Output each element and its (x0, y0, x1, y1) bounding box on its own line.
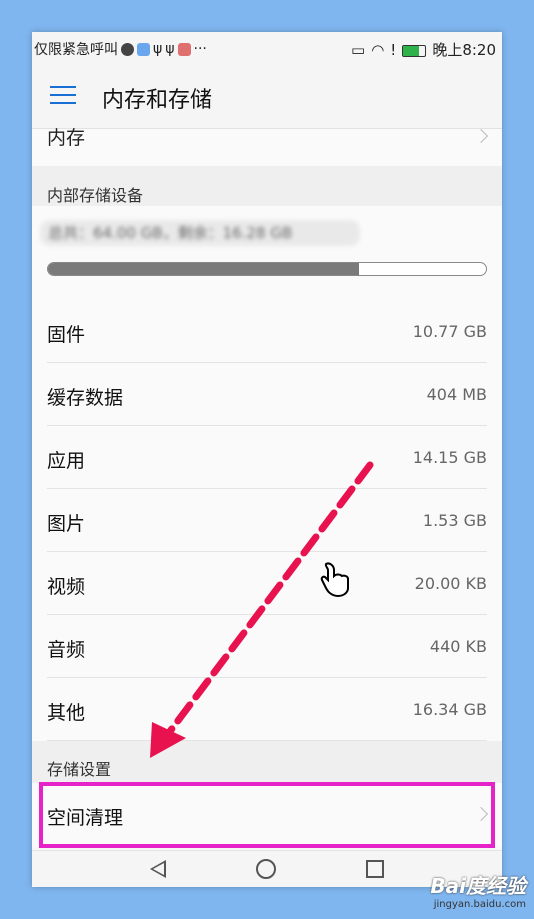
recents-icon[interactable] (366, 860, 384, 878)
app-badge-icon (177, 42, 191, 56)
back-icon[interactable] (150, 860, 166, 878)
usb-icon: ψ (153, 41, 163, 57)
memory-row[interactable]: 内存 (32, 127, 502, 166)
list-item-firmware[interactable]: 固件 10.77 GB (32, 300, 502, 363)
list-item-other[interactable]: 其他 16.34 GB (32, 678, 502, 741)
storage-usage-bar (47, 262, 487, 276)
chevron-right-icon (473, 128, 489, 144)
storage-settings-header: 存储设置 (32, 741, 502, 783)
item-size: 404 MB (426, 385, 487, 404)
watermark: Bai度经验 jingyan.baidu.com (430, 870, 526, 910)
item-size: 440 KB (429, 637, 487, 656)
status-bar: 仅限紧急呼叫 ψ ψ ··· ▭ ◠ ! 晚上8:20 (32, 32, 502, 64)
item-size: 1.53 GB (422, 511, 487, 530)
clock-text: 晚上8:20 (432, 41, 496, 59)
storage-summary-text: 总共：64.00 GB，剩余：16.28 GB (40, 220, 360, 246)
home-icon[interactable] (256, 859, 276, 879)
item-label: 应用 (47, 450, 86, 472)
storage-settings-title: 存储设置 (47, 760, 112, 779)
sound-icon (121, 42, 134, 56)
battery-icon (402, 44, 427, 57)
app-notification-icon (137, 42, 150, 56)
menu-icon[interactable] (50, 86, 76, 106)
wifi-icon: ◠ (371, 40, 385, 59)
alert-icon: ! (390, 40, 397, 59)
item-size: 16.34 GB (412, 700, 487, 719)
item-label: 固件 (47, 324, 86, 346)
page-title: 内存和存储 (102, 88, 213, 113)
phone-screen: 仅限紧急呼叫 ψ ψ ··· ▭ ◠ ! 晚上8:20 内存和存储 内存 内部存… (32, 32, 502, 887)
watermark-url: jingyan.baidu.com (433, 899, 526, 910)
status-left: 仅限紧急呼叫 ψ ψ ··· (34, 39, 207, 59)
item-label: 缓存数据 (47, 387, 124, 409)
highlight-box (39, 782, 495, 848)
storage-summary-card: 总共：64.00 GB，剩余：16.28 GB (32, 206, 502, 300)
list-item-audio[interactable]: 音频 440 KB (32, 615, 502, 678)
watermark-brand: Bai度经验 (430, 874, 526, 898)
list-item-pictures[interactable]: 图片 1.53 GB (32, 489, 502, 552)
settings-content: 内存 内部存储设备 总共：64.00 GB，剩余：16.28 GB 固件 10.… (32, 127, 502, 850)
internal-storage-header: 内部存储设备 (32, 166, 502, 206)
list-item-apps[interactable]: 应用 14.15 GB (32, 426, 502, 489)
item-label: 图片 (47, 513, 86, 535)
usb-debug-icon: ψ (165, 41, 175, 57)
app-bar: 内存和存储 (32, 64, 502, 128)
item-label: 其他 (47, 702, 86, 724)
item-label: 视频 (47, 576, 86, 598)
carrier-text: 仅限紧急呼叫 (34, 42, 118, 58)
item-size: 20.00 KB (414, 574, 487, 593)
status-right: ▭ ◠ ! 晚上8:20 (351, 39, 496, 60)
list-item-cache[interactable]: 缓存数据 404 MB (32, 363, 502, 426)
list-item-videos[interactable]: 视频 20.00 KB (32, 552, 502, 615)
storage-usage-fill (48, 263, 359, 275)
cast-icon: ▭ (351, 40, 366, 59)
item-size: 10.77 GB (412, 322, 487, 341)
more-notifications-icon: ··· (193, 41, 207, 57)
memory-label: 内存 (47, 127, 86, 149)
item-size: 14.15 GB (412, 448, 487, 467)
item-label: 音频 (47, 639, 86, 661)
internal-storage-title: 内部存储设备 (47, 186, 144, 205)
